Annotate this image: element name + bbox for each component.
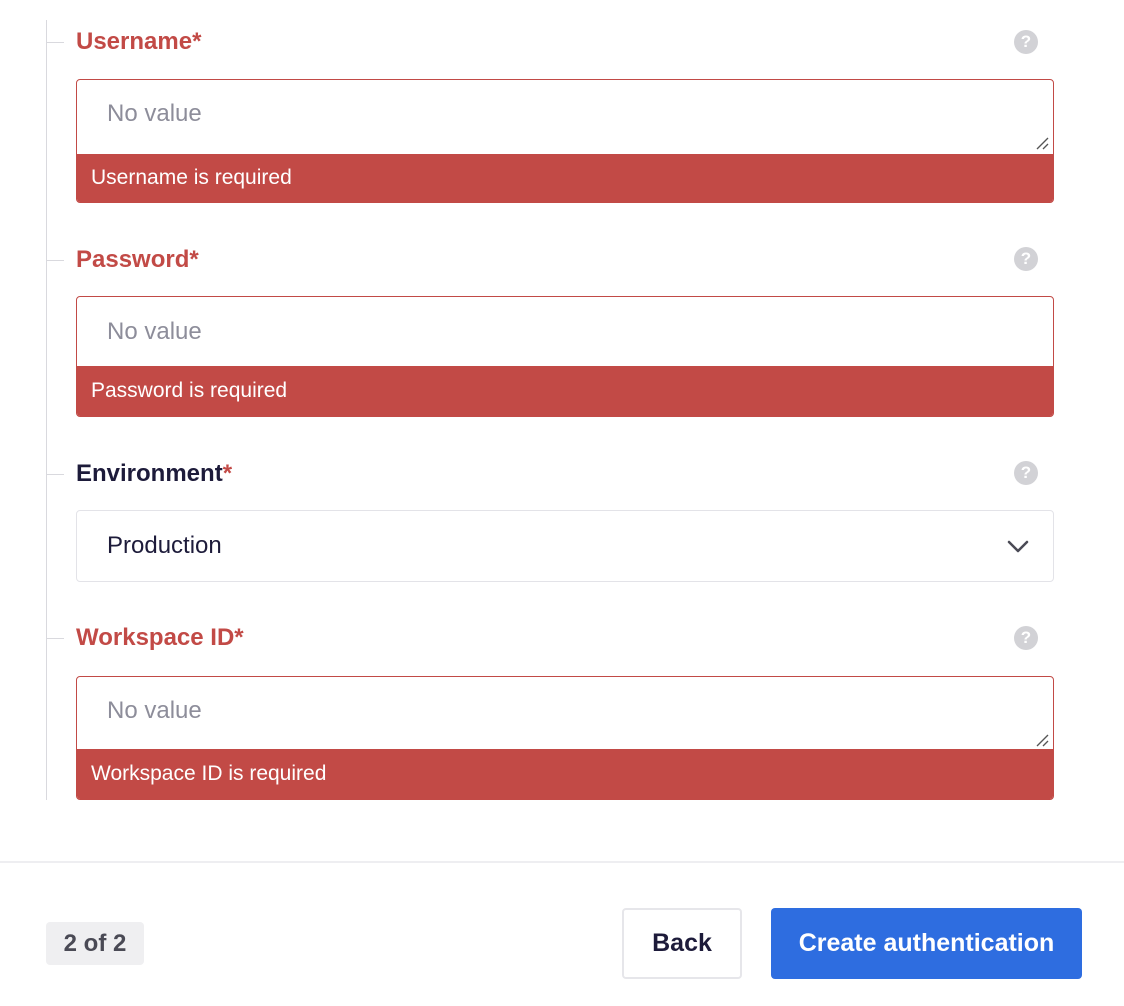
password-field: Password* ? No value Password is require… [46,240,1056,420]
username-placeholder: No value [107,100,202,127]
password-label: Password* [76,246,199,273]
workspace-id-placeholder: No value [107,697,202,724]
workspace-id-input[interactable]: No value Workspace ID is required [76,676,1054,800]
environment-field: Environment* ? Production [46,454,1056,584]
username-field: Username* ? No value Username is require… [46,22,1056,204]
tree-tick [46,474,64,475]
question-circle-icon[interactable]: ? [1014,247,1038,271]
username-input[interactable]: No value Username is required [76,79,1054,203]
workspace-id-label: Workspace ID* [76,624,244,651]
environment-selected-value: Production [107,532,222,559]
back-button[interactable]: Back [622,908,742,979]
password-placeholder: No value [107,318,202,345]
resize-handle-icon[interactable] [1035,136,1049,150]
auth-form: Username* ? No value Username is require… [0,0,1124,862]
question-circle-icon[interactable]: ? [1014,30,1038,54]
username-label: Username* [76,28,202,55]
password-input[interactable]: No value Password is required [76,296,1054,417]
create-authentication-button[interactable]: Create authentication [771,908,1082,979]
footer-divider [0,861,1124,863]
step-indicator: 2 of 2 [46,922,144,965]
workspace-id-field: Workspace ID* ? No value Workspace ID is… [46,618,1056,802]
question-circle-icon[interactable]: ? [1014,461,1038,485]
environment-label: Environment* [76,460,233,487]
tree-tick [46,638,64,639]
username-error: Username is required [77,154,1053,202]
workspace-id-error: Workspace ID is required [77,749,1053,799]
password-error: Password is required [77,366,1053,416]
environment-select[interactable]: Production [76,510,1054,582]
chevron-down-icon[interactable] [1007,536,1029,558]
tree-tick [46,260,64,261]
resize-handle-icon[interactable] [1035,733,1049,747]
question-circle-icon[interactable]: ? [1014,626,1038,650]
tree-tick [46,42,64,43]
